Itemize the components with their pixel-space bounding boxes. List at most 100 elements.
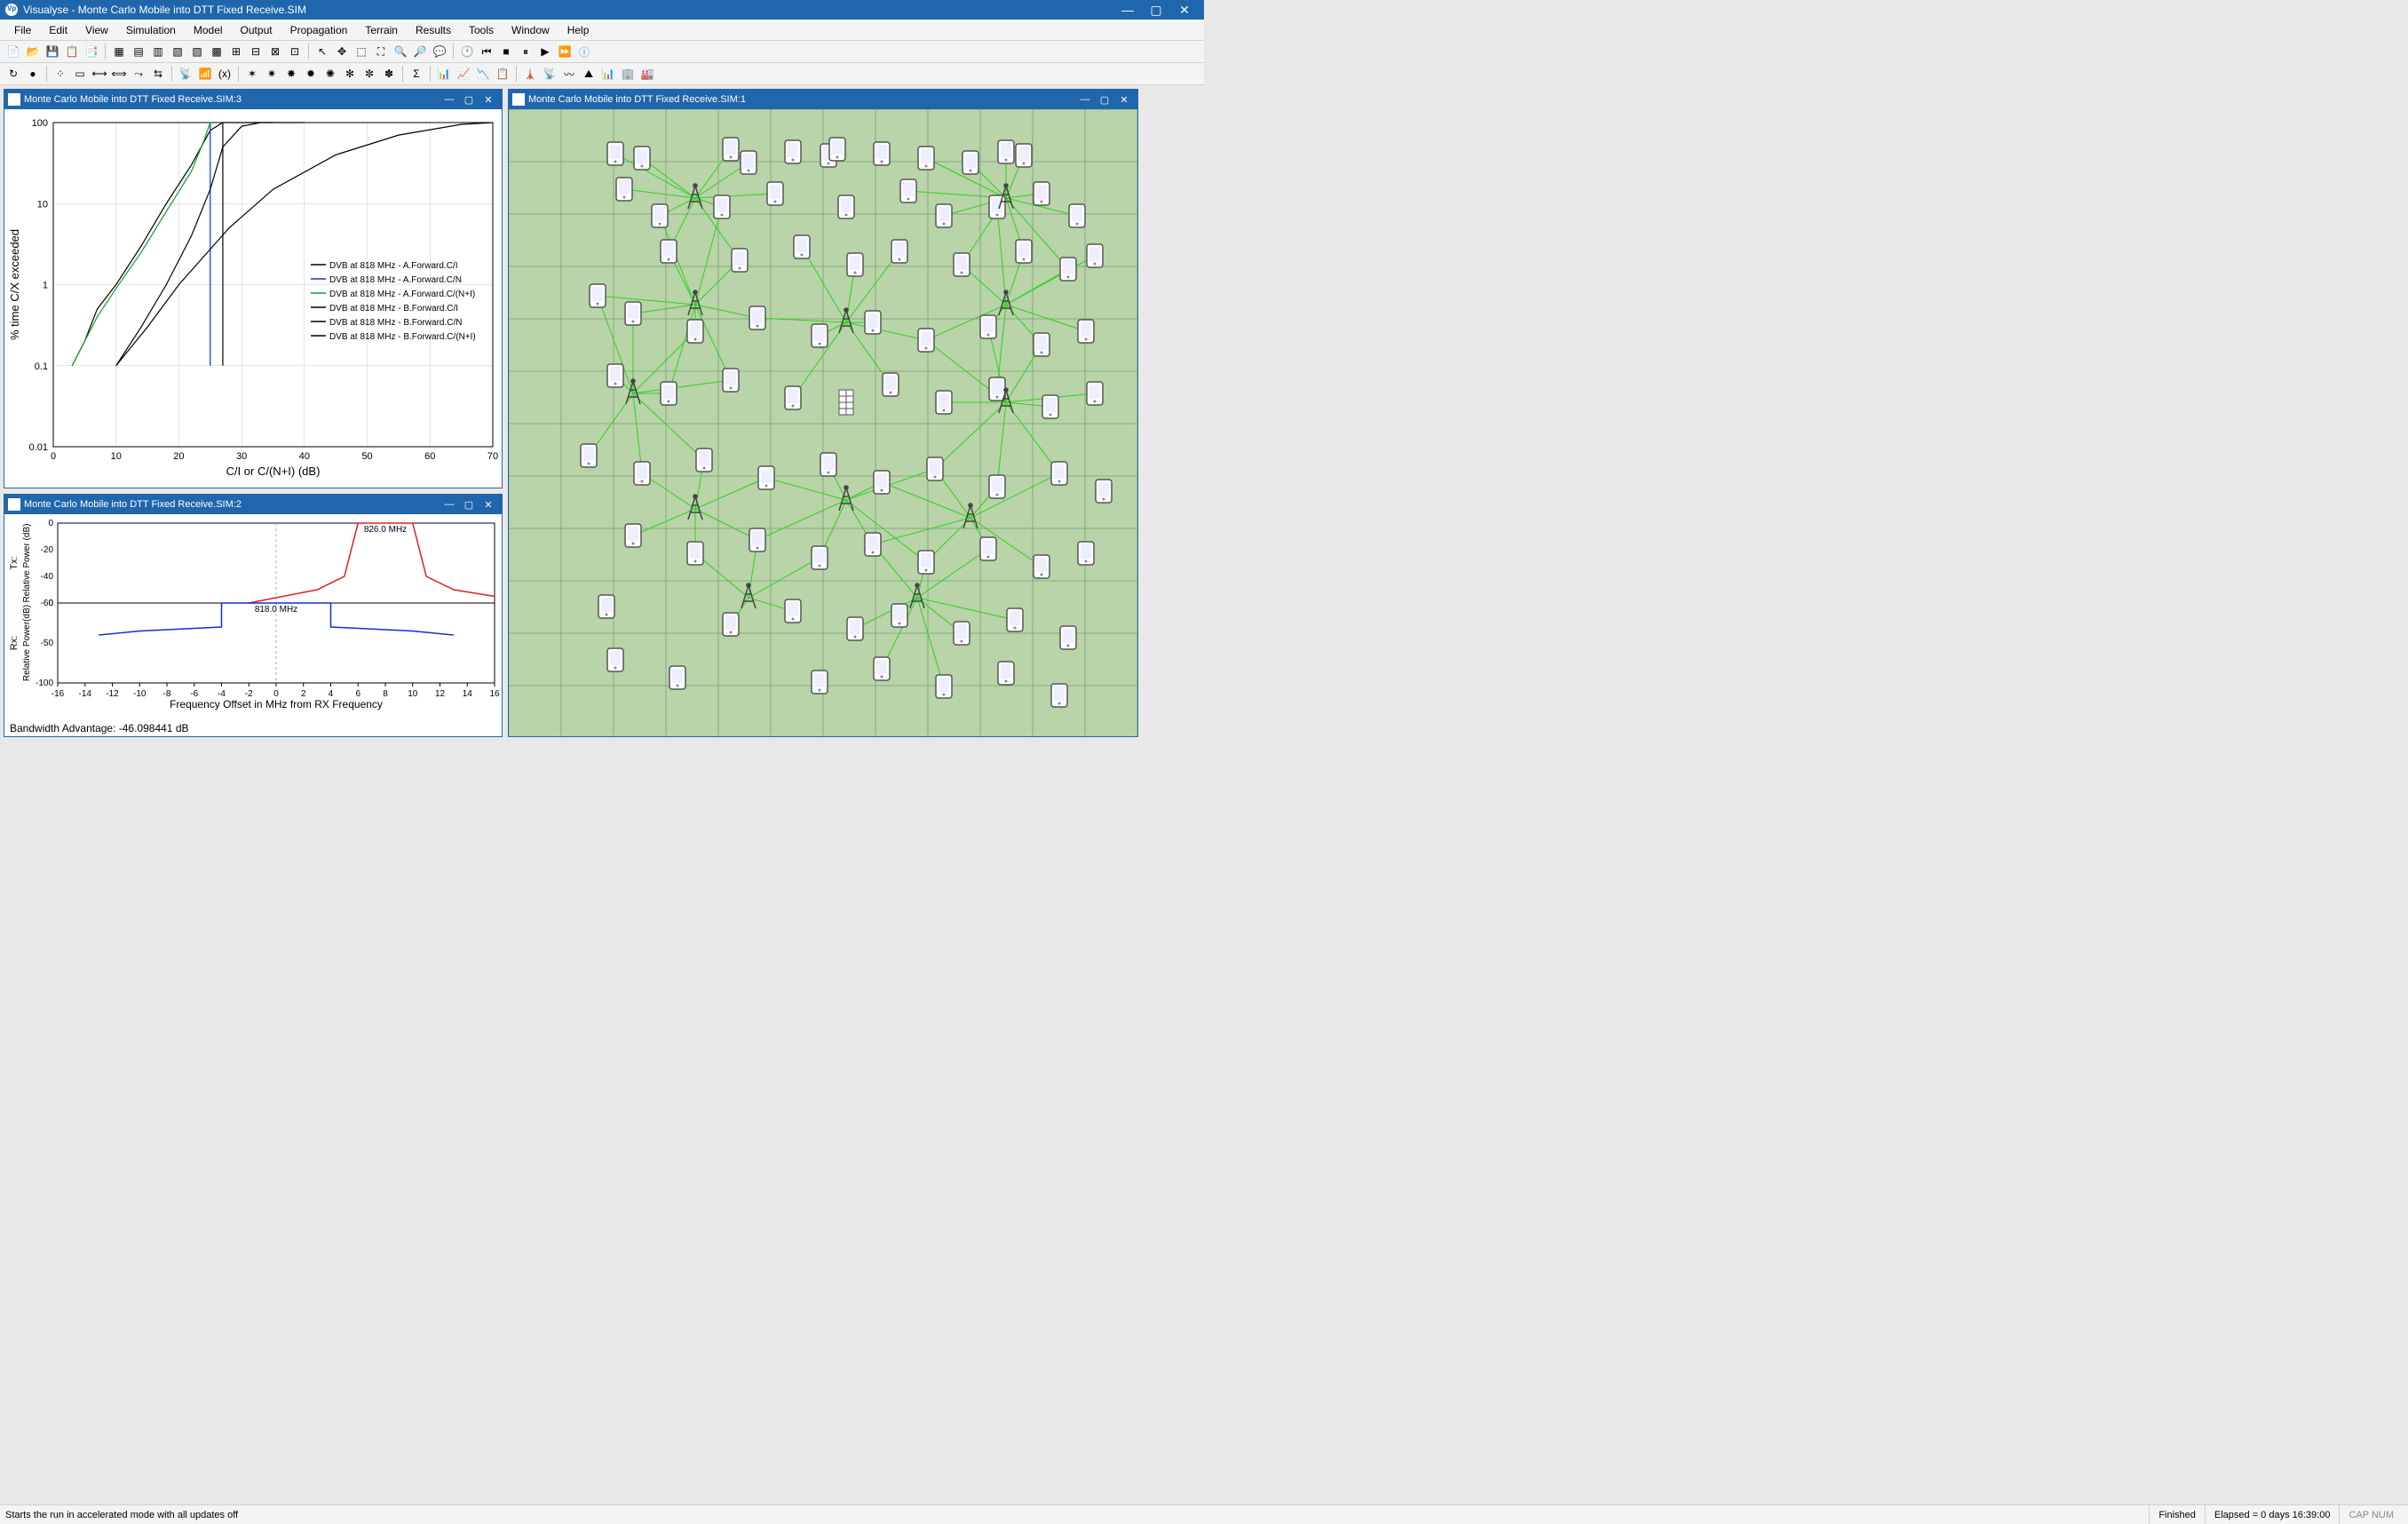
copy-icon[interactable]: 📋 (63, 43, 81, 60)
open-icon[interactable]: 📂 (24, 43, 42, 60)
tower-b-icon[interactable]: 📡 (541, 65, 558, 83)
boundary-icon[interactable]: ▭ (71, 65, 89, 83)
new-icon[interactable]: 📄 (4, 43, 22, 60)
pattern-a-icon[interactable]: ✶ (243, 65, 261, 83)
globe-icon[interactable]: ● (24, 65, 42, 83)
zoom-area-icon[interactable]: ⬚ (352, 43, 370, 60)
svg-text:-16: -16 (51, 689, 65, 699)
tower-a-icon[interactable]: 🗼 (521, 65, 539, 83)
antenna-a-icon[interactable]: 📡 (177, 65, 194, 83)
window-grid-icon[interactable]: ⊟ (247, 43, 265, 60)
stop-icon[interactable]: ■ (497, 43, 515, 60)
cdf-chart-area[interactable]: 0102030405060700.010.1110100DVB at 818 M… (4, 109, 502, 488)
report-c-icon[interactable]: 📉 (474, 65, 492, 83)
sigma-icon[interactable]: Σ (408, 65, 425, 83)
antenna-b-icon[interactable]: 📶 (196, 65, 214, 83)
menu-model[interactable]: Model (185, 22, 232, 38)
subwindow-header[interactable]: Monte Carlo Mobile into DTT Fixed Receiv… (4, 90, 502, 109)
window-layout-icon[interactable]: ⊡ (286, 43, 304, 60)
window-tile-icon[interactable]: ▦ (110, 43, 128, 60)
report-a-icon[interactable]: 📊 (435, 65, 453, 83)
maximize-button[interactable]: ▢ (459, 94, 479, 106)
pattern-b-icon[interactable]: ✷ (263, 65, 281, 83)
minimize-button[interactable]: — (1075, 94, 1095, 105)
pan-icon[interactable]: ✥ (333, 43, 351, 60)
close-button[interactable]: ✕ (479, 499, 498, 511)
close-button[interactable]: ✕ (1170, 3, 1199, 18)
maximize-button[interactable]: ▢ (1095, 94, 1114, 106)
report-d-icon[interactable]: 📋 (494, 65, 511, 83)
pattern-e-icon[interactable]: ✺ (321, 65, 339, 83)
variable-icon[interactable]: (x) (216, 65, 234, 83)
path-icon[interactable]: ⤳ (130, 65, 147, 83)
pattern-g-icon[interactable]: ✼ (360, 65, 378, 83)
subwindow-header[interactable]: Monte Carlo Mobile into DTT Fixed Receiv… (4, 495, 502, 514)
clock-icon[interactable]: 🕐 (458, 43, 476, 60)
minimize-button[interactable]: — (1113, 3, 1142, 17)
menu-propagation[interactable]: Propagation (281, 22, 357, 38)
menu-help[interactable]: Help (558, 22, 598, 38)
mdi-workspace: Monte Carlo Mobile into DTT Fixed Receiv… (0, 85, 2408, 1504)
wave-icon[interactable]: 〰 (560, 65, 578, 83)
zoom-fit-icon[interactable]: ⛶ (372, 43, 390, 60)
subwindow-header[interactable]: Monte Carlo Mobile into DTT Fixed Receiv… (509, 90, 1137, 109)
pattern-d-icon[interactable]: ✹ (302, 65, 320, 83)
link-b-icon[interactable]: ⟺ (110, 65, 128, 83)
menu-window[interactable]: Window (503, 22, 558, 38)
svg-text:Rx:: Rx: (9, 636, 20, 651)
window-panel-icon[interactable]: ⊠ (266, 43, 284, 60)
map-canvas[interactable] (509, 109, 1137, 736)
link-c-icon[interactable]: ⇆ (149, 65, 167, 83)
grid-points-icon[interactable]: ⁘ (51, 65, 69, 83)
info-icon[interactable]: ⓘ (575, 43, 593, 60)
menu-tools[interactable]: Tools (460, 22, 503, 38)
play-icon[interactable]: ▶ (536, 43, 554, 60)
maximize-button[interactable]: ▢ (1142, 3, 1170, 18)
pattern-f-icon[interactable]: ✻ (341, 65, 359, 83)
menu-results[interactable]: Results (407, 22, 460, 38)
fast-forward-icon[interactable]: ⏩ (556, 43, 574, 60)
svg-text:0: 0 (48, 519, 53, 528)
pattern-h-icon[interactable]: ✽ (380, 65, 398, 83)
svg-text:8: 8 (383, 689, 388, 699)
window-split-h-icon[interactable]: ▥ (149, 43, 167, 60)
chart-icon[interactable]: 📊 (599, 65, 617, 83)
close-button[interactable]: ✕ (1114, 94, 1134, 106)
profile-icon[interactable]: ⛰ (580, 65, 598, 83)
window-view-b-icon[interactable]: ▩ (208, 43, 226, 60)
zoom-in-icon[interactable]: 🔍 (392, 43, 409, 60)
spectrum-chart-area[interactable]: -16-14-12-10-8-6-4-202468101214160-20-40… (4, 514, 502, 736)
menu-file[interactable]: File (5, 22, 40, 38)
svg-text:16: 16 (489, 689, 500, 699)
menu-terrain[interactable]: Terrain (356, 22, 407, 38)
menu-simulation[interactable]: Simulation (117, 22, 185, 38)
minimize-button[interactable]: — (440, 94, 459, 105)
pattern-c-icon[interactable]: ✸ (282, 65, 300, 83)
tower-d-icon[interactable]: 🏭 (638, 65, 656, 83)
close-button[interactable]: ✕ (479, 94, 498, 106)
menu-output[interactable]: Output (232, 22, 281, 38)
tower-c-icon[interactable]: 🏢 (619, 65, 637, 83)
maximize-button[interactable]: ▢ (459, 499, 479, 511)
menu-view[interactable]: View (76, 22, 117, 38)
rewind-icon[interactable]: ⏮ (478, 43, 495, 60)
pause-icon[interactable]: ⏸ (517, 43, 535, 60)
window-title: Visualyse - Monte Carlo Mobile into DTT … (23, 4, 1113, 16)
zoom-out-icon[interactable]: 🔎 (411, 43, 429, 60)
window-table-icon[interactable]: ⊞ (227, 43, 245, 60)
link-a-icon[interactable]: ⟷ (91, 65, 108, 83)
status-caps: CAP NUM (2339, 1505, 2403, 1524)
window-cascade-icon[interactable]: ▤ (130, 43, 147, 60)
save-icon[interactable]: 💾 (44, 43, 61, 60)
window-split-v-icon[interactable]: ▧ (169, 43, 186, 60)
menu-edit[interactable]: Edit (40, 22, 76, 38)
svg-text:% time C/X exceeded: % time C/X exceeded (8, 229, 21, 340)
refresh-icon[interactable]: ↻ (4, 65, 22, 83)
pointer-icon[interactable]: ↖ (313, 43, 331, 60)
annotation-icon[interactable]: 💬 (431, 43, 448, 60)
svg-text:-10: -10 (133, 689, 147, 699)
minimize-button[interactable]: — (440, 499, 459, 510)
report-b-icon[interactable]: 📈 (455, 65, 472, 83)
paste-icon[interactable]: 📑 (83, 43, 100, 60)
window-view-a-icon[interactable]: ▨ (188, 43, 206, 60)
